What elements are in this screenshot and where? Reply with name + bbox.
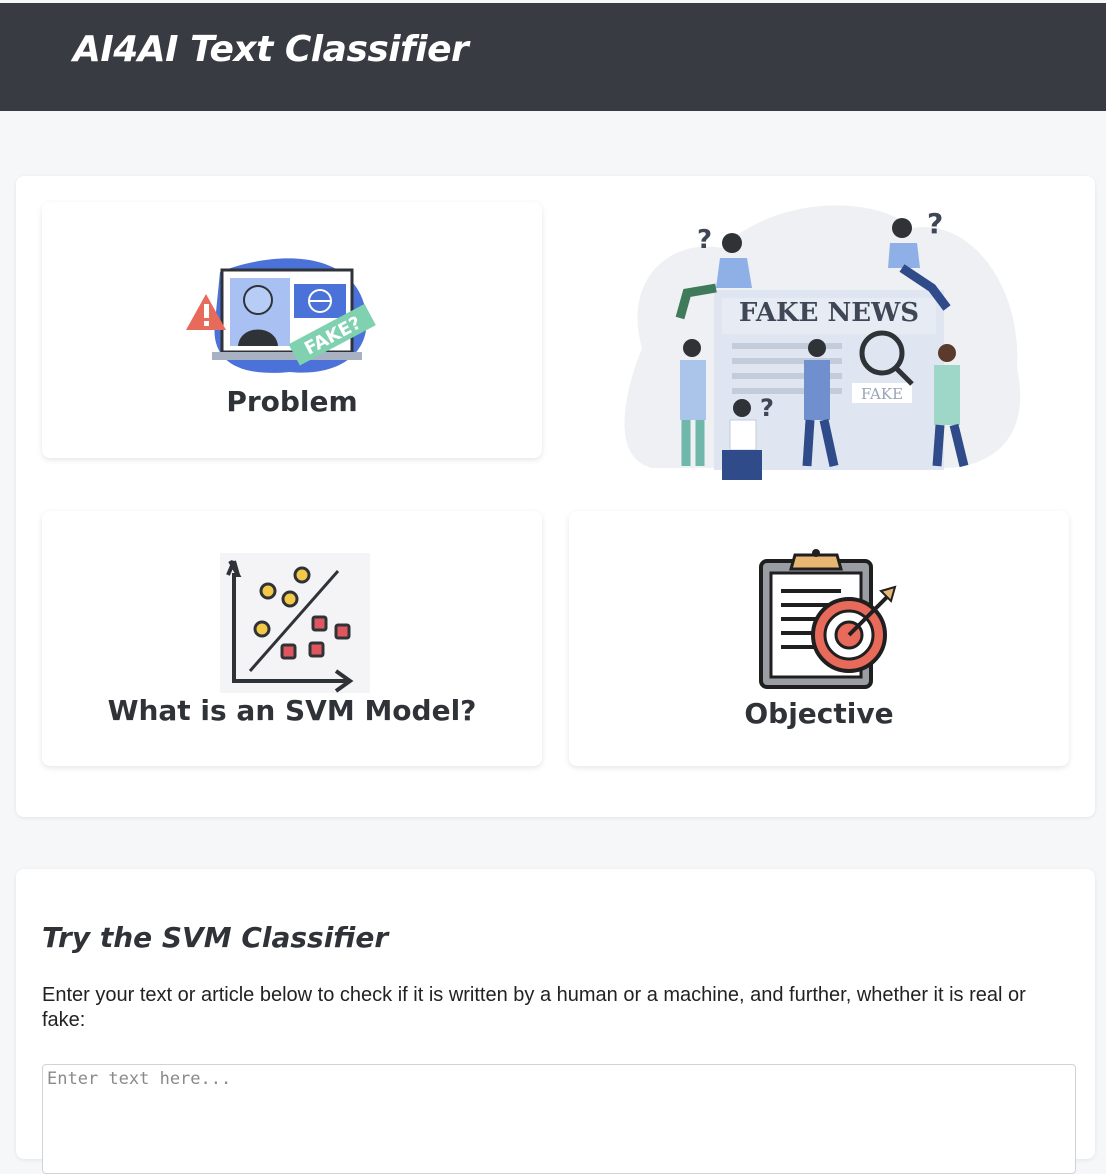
fake-news-monitor-icon: FAKE? [186, 258, 376, 373]
classifier-section: Try the SVM Classifier Enter your text o… [16, 869, 1095, 1174]
fake-news-headline: FAKE NEWS [739, 298, 919, 328]
fake-stamp-text: FAKE [861, 385, 903, 403]
objective-card[interactable]: Objective [569, 511, 1069, 766]
svm-card-label: What is an SVM Model? [107, 694, 477, 727]
app-title[interactable]: AI4AI Text Classifier [73, 29, 469, 70]
svg-text:?: ? [927, 207, 943, 240]
top-navbar: AI4AI Text Classifier [0, 3, 1106, 111]
classifier-description: Enter your text or article below to chec… [42, 984, 1026, 1031]
svm-model-card[interactable]: What is an SVM Model? [42, 511, 542, 766]
problem-card[interactable]: FAKE? Problem [42, 202, 542, 458]
text-input-area[interactable] [42, 1064, 1076, 1174]
svg-text:?: ? [697, 225, 712, 255]
problem-card-label: Problem [226, 385, 358, 418]
clipboard-target-icon [759, 549, 897, 689]
scatter-plot-icon [220, 553, 370, 693]
classifier-title: Try the SVM Classifier [42, 921, 389, 954]
objective-card-label: Objective [744, 697, 894, 730]
fake-news-illustration: FAKE NEWS FAKE ? ? ? [624, 205, 1021, 480]
svg-text:?: ? [760, 394, 774, 422]
